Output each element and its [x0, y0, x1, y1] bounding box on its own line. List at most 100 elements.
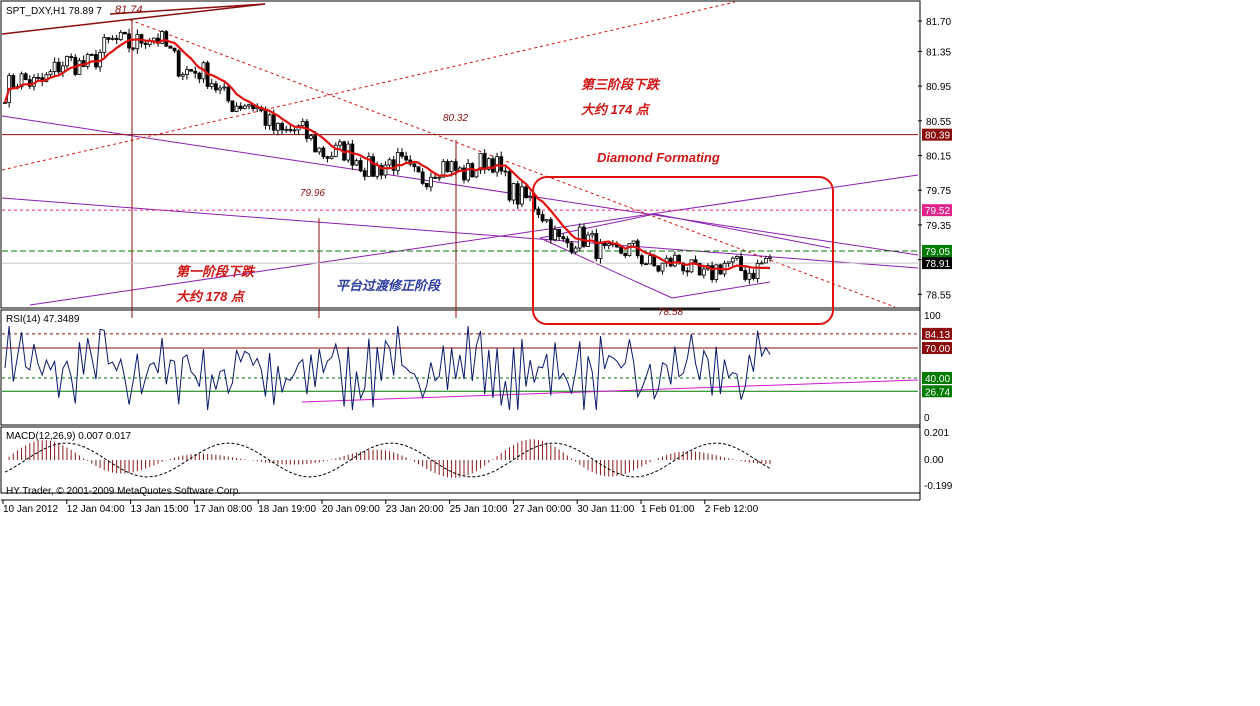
candle-body	[639, 255, 644, 265]
candle-body	[321, 147, 326, 158]
macd-panel-frame	[0, 426, 921, 494]
candle-body	[582, 226, 586, 247]
candle-body	[739, 256, 743, 271]
candle-body	[247, 104, 251, 107]
time-tick-label: 25 Jan 10:00	[450, 504, 508, 515]
candle-body	[412, 163, 417, 168]
candle-body	[11, 75, 16, 88]
chart-window[interactable]: SPT_DXY,H1 78.89 7 81.74 80.32 79.96 78.…	[0, 0, 1260, 701]
candle-body	[371, 156, 375, 177]
candle-body	[623, 252, 628, 256]
candle-body	[135, 34, 140, 50]
chart-canvas[interactable]: SPT_DXY,H1 78.89 7 81.74 80.32 79.96 78.…	[0, 0, 1260, 701]
candle-body	[276, 122, 280, 131]
candle-body	[491, 158, 495, 173]
low-label: 78.58	[658, 307, 683, 318]
candle-body	[433, 176, 437, 179]
candle-body	[48, 71, 53, 76]
candle-body	[598, 241, 603, 259]
candle-body	[387, 159, 392, 166]
price-tick-label: 81.35	[926, 47, 951, 58]
candle-body	[627, 243, 632, 256]
candle-body	[338, 141, 342, 146]
candle-body	[193, 70, 198, 74]
candle-body	[52, 61, 57, 72]
candle-body	[110, 37, 115, 40]
time-tick-label: 23 Jan 20:00	[386, 504, 444, 515]
candle-body	[242, 105, 247, 110]
candle-body	[77, 60, 82, 75]
time-tick-label: 1 Feb 01:00	[641, 504, 695, 515]
price-tick-label: 80.15	[926, 152, 951, 163]
candle-body	[590, 233, 595, 236]
time-tick-label: 18 Jan 19:00	[258, 504, 316, 515]
candle-body	[230, 100, 235, 112]
candle-body	[23, 73, 28, 80]
candle-body	[656, 265, 661, 272]
candle-body	[689, 259, 694, 273]
time-tick-label: 13 Jan 15:00	[131, 504, 189, 515]
candle-body	[197, 72, 202, 80]
candle-body	[102, 37, 107, 53]
candle-body	[565, 238, 570, 244]
candle-body	[114, 37, 119, 40]
candle-body	[561, 236, 566, 240]
candle-body	[416, 166, 421, 173]
rsi-level-label: 84.13	[925, 330, 950, 341]
candle-body	[218, 87, 222, 91]
candle-body	[226, 86, 231, 102]
candle-body	[701, 268, 706, 276]
candle-body	[176, 50, 181, 77]
price-tick-label: 78.55	[926, 290, 951, 301]
candle-body	[528, 196, 533, 199]
candle-body	[515, 183, 520, 205]
candle-body	[325, 156, 330, 159]
candle-body	[362, 170, 367, 177]
candle-body	[180, 74, 185, 77]
candle-body	[536, 208, 541, 215]
symbol-header: SPT_DXY,H1 78.89 7	[6, 6, 102, 17]
price-tick-label: 79.75	[926, 186, 951, 197]
candle-body	[644, 263, 648, 266]
rsi-level-label: 26.74	[925, 387, 950, 398]
candle-body	[763, 257, 768, 264]
candle-body	[606, 243, 611, 247]
time-axis: 10 Jan 2012 12 Jan 04:00 13 Jan 15:00 17 Ja…	[1, 499, 920, 515]
candle-body	[445, 161, 450, 173]
stage3-title: 第三阶段下跌	[581, 77, 661, 92]
time-tick-label: 20 Jan 09:00	[322, 504, 380, 515]
rsi-scale-top: 100	[924, 311, 941, 322]
candle-body	[672, 254, 677, 267]
candle-body	[577, 226, 582, 249]
macd-title: MACD(12,26,9) 0.007 0.017	[6, 431, 132, 442]
stage2-title: 平台过渡修正阶段	[336, 278, 442, 293]
candle-body	[437, 176, 442, 179]
candle-body	[309, 135, 313, 139]
candle-body	[499, 156, 504, 172]
stage1-title: 第一阶段下跌	[176, 264, 256, 279]
candle-body	[482, 153, 487, 170]
candle-body	[420, 171, 425, 184]
candle-body	[222, 86, 227, 89]
candle-body	[123, 31, 127, 35]
mid-low-label: 79.96	[300, 188, 325, 199]
candle-body	[213, 83, 218, 91]
candle-body	[755, 262, 760, 279]
time-tick-label: 17 Jan 08:00	[194, 504, 252, 515]
candle-body	[726, 261, 731, 264]
candle-body	[400, 152, 404, 157]
time-tick-label: 30 Jan 11:00	[577, 504, 635, 515]
macd-tick-bottom: -0.199	[924, 481, 953, 492]
rsi-title: RSI(14) 47.3489	[6, 314, 80, 325]
macd-tick-zero: 0.00	[924, 455, 944, 466]
candle-body	[759, 262, 764, 265]
candle-body	[271, 114, 276, 131]
macd-tick-top: 0.201	[924, 428, 949, 439]
candle-body	[168, 45, 173, 49]
time-tick-label: 10 Jan 2012	[3, 504, 58, 515]
candle-body	[189, 69, 193, 72]
candle-body	[544, 219, 549, 222]
stage3-points: 大约 174 点	[581, 102, 651, 117]
candle-body	[685, 270, 690, 273]
rsi-level-label: 40.00	[925, 374, 950, 385]
